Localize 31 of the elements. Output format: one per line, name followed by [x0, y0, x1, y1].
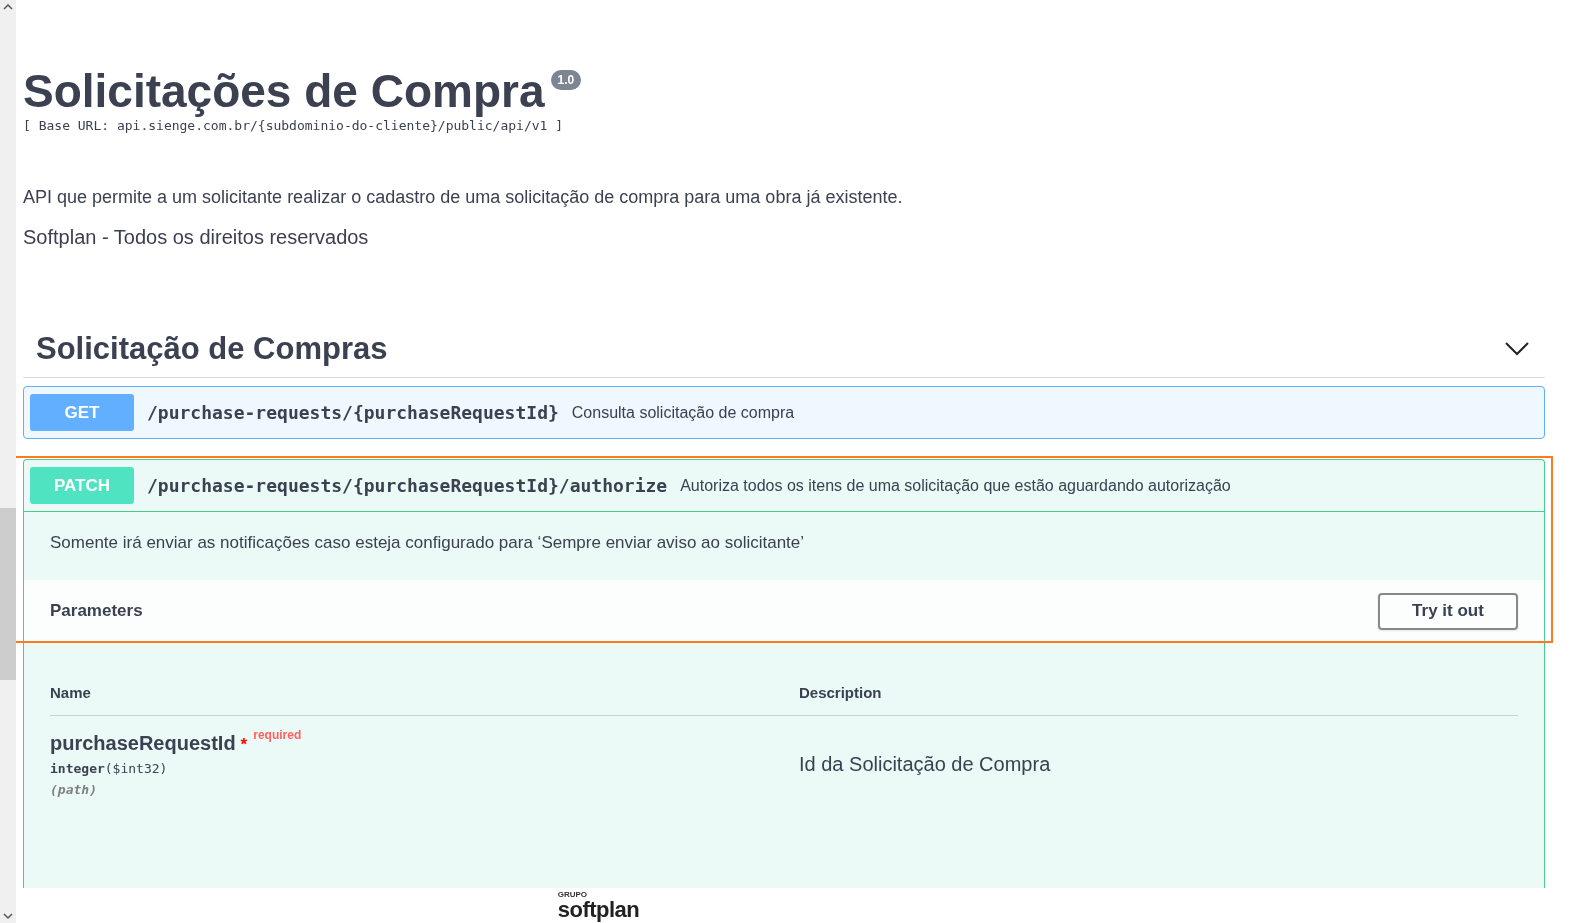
logo-small-text: GRUPO [557, 891, 589, 899]
logo-text: softplan [557, 899, 640, 921]
endpoint-summary: Autoriza todos os itens de uma solicitação que estão aguardando autorização [680, 476, 1231, 495]
copyright-text: Softplan - Todos os direitos reservados [23, 226, 370, 249]
try-it-out-button[interactable]: Try it out [1378, 592, 1518, 630]
parameters-title: Parameters [50, 601, 143, 621]
method-badge: GET [30, 394, 134, 431]
parameter-type: integer($int32) [50, 761, 169, 776]
parameter-location: (path) [50, 782, 98, 797]
column-header: Description [799, 684, 883, 701]
base-url: [ Base URL: api.sienge.com.br/{subdominio-do-cliente}/public/api/v1 ] [23, 118, 565, 133]
scrollbar[interactable] [0, 0, 16, 923]
endpoint-path: /purchase-requests/{purchaseRequestId}/authorize [147, 475, 668, 496]
column-header: Name [50, 684, 92, 701]
required-mark: * [240, 735, 248, 754]
operation-header[interactable]: GET /purchase-requests/{purchaseRequestId} Consulta solicitação de compra [24, 387, 1544, 438]
parameter-name: purchaseRequestId [50, 732, 236, 754]
operation-description: Somente irá enviar as notificações caso esteja configurado para ‘Sempre enviar aviso ao solicitante’ [49, 532, 806, 554]
scrollbar-thumb[interactable] [0, 508, 16, 680]
operation-header[interactable]: PATCH /purchase-requests/{purchaseRequestId}/authorize Autoriza todos os itens de uma solicitação que estão aguardando autorização [24, 460, 1544, 512]
required-label: required [253, 728, 302, 742]
version-badge: 1.0 [550, 70, 582, 90]
api-description: API que permite a um solicitante realizar o cadastro de uma solicitação de compra para uma obra já existente. [23, 187, 904, 208]
api-title: Solicitações de Compra [23, 66, 545, 116]
section-header[interactable]: Solicitação de Compras [23, 321, 1545, 378]
section-title: Solicitação de Compras [36, 331, 388, 367]
endpoint-summary: Consulta solicitação de compra [571, 403, 795, 422]
endpoint-path: /purchase-requests/{purchaseRequestId} [147, 402, 559, 423]
parameter-description: Id da Solicitação de Compra [799, 753, 1052, 776]
chevron-icon[interactable] [1505, 342, 1529, 356]
method-badge: PATCH [30, 467, 134, 504]
